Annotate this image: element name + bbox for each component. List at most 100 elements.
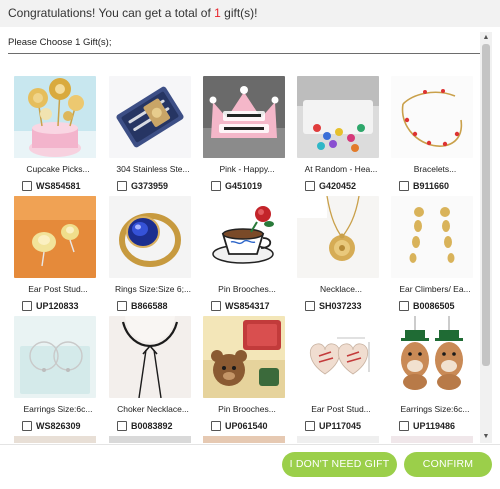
gift-sku: UP120833 xyxy=(36,300,79,311)
gift-item[interactable]: Choker Necklace... B0083892 xyxy=(109,316,199,431)
scroll-up-arrow-icon[interactable]: ▲ xyxy=(480,32,492,44)
gift-sku: G420452 xyxy=(319,180,357,191)
gift-name: Pink - Happy... xyxy=(219,164,275,174)
gift-checkbox[interactable] xyxy=(305,300,315,311)
gift-name: Necklace... xyxy=(319,284,363,294)
gift-select-row[interactable]: B0083892 xyxy=(117,417,173,431)
birthday-crown-icon xyxy=(203,76,285,158)
gift-item[interactable]: Ear Post Stud... UP120833 xyxy=(14,196,104,311)
gift-name: Cupcake Picks... xyxy=(26,164,90,174)
gift-count: 1 xyxy=(214,6,221,20)
scrollbar[interactable]: ▲ ▼ xyxy=(480,32,492,443)
title-prefix: Congratulations! You can get a total of xyxy=(8,6,215,20)
gift-select-row[interactable]: UP061540 xyxy=(211,417,268,431)
gift-select-row[interactable]: WS854581 xyxy=(22,177,81,191)
gift-checkbox[interactable] xyxy=(117,300,127,311)
heart-earrings-icon xyxy=(297,316,379,398)
bracelet-icon xyxy=(391,76,473,158)
gift-select-row[interactable]: UP119486 xyxy=(399,417,455,431)
gift-select-row[interactable]: UP117045 xyxy=(305,417,361,431)
next-row-thumb xyxy=(109,436,191,443)
gift-select-row[interactable]: B866588 xyxy=(117,297,168,311)
teacup-brooch-icon xyxy=(203,196,285,278)
title-suffix: gift(s)! xyxy=(220,6,258,20)
gift-item[interactable]: Ear Post Stud... UP117045 xyxy=(297,316,387,431)
gift-name: 304 Stainless Ste... xyxy=(116,164,190,174)
gift-checkbox[interactable] xyxy=(22,300,32,311)
gift-checkbox[interactable] xyxy=(211,420,221,431)
gift-checkbox[interactable] xyxy=(399,300,409,311)
gift-item[interactable]: Bracelets... B911660 xyxy=(391,76,480,191)
cupcake-topper-icon xyxy=(14,76,96,158)
next-row-thumb xyxy=(14,436,96,443)
gift-select-row[interactable]: B0086505 xyxy=(399,297,455,311)
gift-name: Earrings Size:6c... xyxy=(23,404,93,414)
next-row-thumb xyxy=(391,436,473,443)
gift-sku: WS826309 xyxy=(36,420,81,431)
locket-necklace-icon xyxy=(297,196,379,278)
stud-earrings-icon xyxy=(14,196,96,278)
gift-checkbox[interactable] xyxy=(399,420,409,431)
gift-name: At Random - Hea... xyxy=(304,164,378,174)
gift-item[interactable]: Earrings Size:6c... WS826309 xyxy=(14,316,104,431)
scroll-down-arrow-icon[interactable]: ▼ xyxy=(480,431,492,443)
gift-select-row[interactable]: WS826309 xyxy=(22,417,81,431)
decline-gift-button[interactable]: I DON'T NEED GIFT xyxy=(282,452,397,477)
ring-icon xyxy=(109,196,191,278)
gift-select-row[interactable]: WS854317 xyxy=(211,297,270,311)
gift-sku: B866588 xyxy=(131,300,168,311)
confirm-button[interactable]: CONFIRM xyxy=(404,452,492,477)
dialog-title: Congratulations! You can get a total of … xyxy=(8,6,258,20)
choker-necklace-icon xyxy=(109,316,191,398)
gift-sku: B0086505 xyxy=(413,300,455,311)
gift-item[interactable]: Pink - Happy... G451019 xyxy=(203,76,293,191)
gift-select-row[interactable]: SH037233 xyxy=(305,297,362,311)
gift-item[interactable]: Earrings Size:6c... UP119486 xyxy=(391,316,480,431)
gift-select-row[interactable]: UP120833 xyxy=(22,297,79,311)
gift-sku: WS854581 xyxy=(36,180,81,191)
gift-item[interactable]: 304 Stainless Ste... G373959 xyxy=(109,76,199,191)
gift-sku: UP117045 xyxy=(319,420,362,431)
gift-checkbox[interactable] xyxy=(399,180,409,191)
gift-name: Bracelets... xyxy=(413,164,457,174)
gift-item[interactable]: At Random - Hea... G420452 xyxy=(297,76,387,191)
gift-checkbox[interactable] xyxy=(211,180,221,191)
gift-name: Earrings Size:6c... xyxy=(400,404,470,414)
gift-select-row[interactable]: G420452 xyxy=(305,177,356,191)
gift-checkbox[interactable] xyxy=(22,420,32,431)
gift-checkbox[interactable] xyxy=(305,420,315,431)
cutlery-set-icon xyxy=(109,76,191,158)
gift-name: Ear Post Stud... xyxy=(311,404,371,414)
gift-sku: UP119486 xyxy=(413,420,456,431)
gift-sku: SH037233 xyxy=(319,300,362,311)
gift-item[interactable]: Rings Size:Size 6;... B866588 xyxy=(109,196,199,311)
gift-select-row[interactable]: B911660 xyxy=(399,177,449,191)
gift-checkbox[interactable] xyxy=(117,180,127,191)
gift-item[interactable]: Pin Brooches... WS854317 xyxy=(203,196,293,311)
gift-checkbox[interactable] xyxy=(211,300,221,311)
footer-divider xyxy=(0,444,500,445)
dialog-header: Congratulations! You can get a total of … xyxy=(0,0,500,27)
next-row-thumb xyxy=(203,436,285,443)
gift-sku: B911660 xyxy=(413,180,450,191)
next-row-thumb xyxy=(297,436,379,443)
gift-select-row[interactable]: G373959 xyxy=(117,177,168,191)
gift-item[interactable]: Cupcake Picks... WS854581 xyxy=(14,76,104,191)
scrollbar-thumb[interactable] xyxy=(482,44,490,366)
gift-name: Rings Size:Size 6;... xyxy=(114,284,192,294)
gift-item[interactable]: Ear Climbers/ Ea... B0086505 xyxy=(391,196,480,311)
gift-checkbox[interactable] xyxy=(117,420,127,431)
gift-sku: G373959 xyxy=(131,180,169,191)
gift-name: Pin Brooches... xyxy=(218,284,276,294)
gift-item[interactable]: Necklace... SH037233 xyxy=(297,196,387,311)
gift-checkbox[interactable] xyxy=(22,180,32,191)
gift-checkbox[interactable] xyxy=(305,180,315,191)
gift-item[interactable]: Pin Brooches... UP061540 xyxy=(203,316,293,431)
gift-select-row[interactable]: G451019 xyxy=(211,177,262,191)
gift-name: Ear Climbers/ Ea... xyxy=(399,284,471,294)
gift-grid: Cupcake Picks... WS854581 304 Stainless … xyxy=(0,54,480,443)
dog-earrings-icon xyxy=(391,316,473,398)
gift-name: Choker Necklace... xyxy=(117,404,189,414)
gift-sku: B0083892 xyxy=(131,420,173,431)
ear-climber-icon xyxy=(391,196,473,278)
